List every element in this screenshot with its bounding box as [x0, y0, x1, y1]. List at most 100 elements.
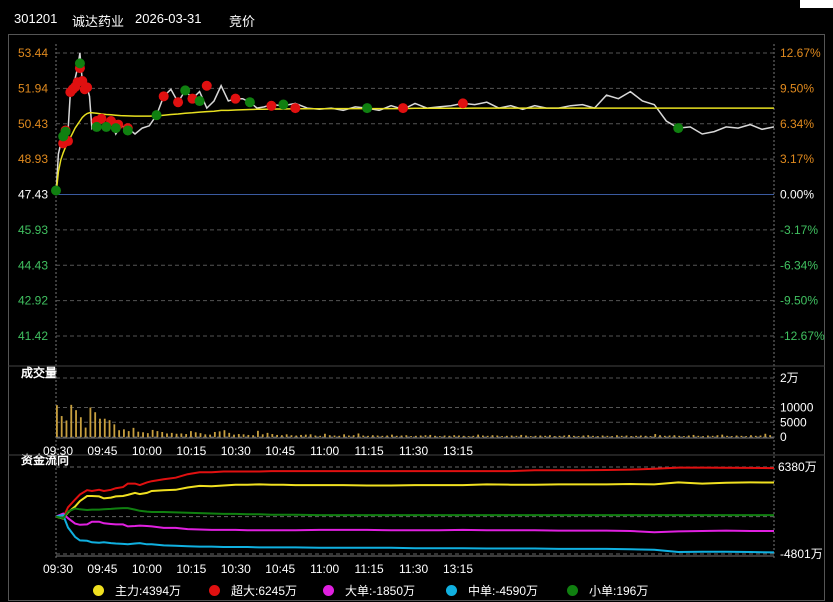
volume-bar [65, 420, 68, 437]
time-tick-label: 10:00 [132, 562, 162, 576]
buy-marker [173, 97, 184, 108]
volume-bar [304, 434, 307, 437]
volume-bar [549, 435, 551, 437]
volume-bar [266, 432, 269, 437]
volume-bar [434, 435, 436, 437]
legend-dot [93, 585, 104, 596]
volume-bar [458, 435, 460, 437]
price-tick-label: 44.43 [18, 258, 48, 272]
volume-bar [486, 435, 489, 437]
time-tick-label: 11:30 [399, 562, 428, 576]
sell-marker [122, 125, 133, 136]
legend-dot [323, 585, 334, 596]
volume-bar [56, 405, 58, 437]
percent-tick-label: 0.00% [780, 188, 814, 202]
volume-bar [213, 431, 216, 437]
volume-bar [333, 435, 336, 437]
time-tick-label: 11:30 [399, 444, 428, 458]
volume-bar [726, 435, 728, 437]
volume-bar [429, 434, 432, 437]
volume-bar [280, 435, 283, 437]
time-tick-label: 11:15 [355, 562, 384, 576]
volume-bar [190, 431, 192, 437]
volume-bar [257, 430, 259, 437]
volume-bar [151, 429, 154, 437]
time-tick-label: 10:45 [265, 562, 295, 576]
volume-bar [491, 435, 494, 437]
volume-bar [314, 435, 317, 437]
legend-label: 大单:-1850万 [345, 584, 416, 598]
volume-tick-label: 10000 [780, 401, 814, 415]
volume-bar [501, 436, 503, 437]
volume-bar [769, 435, 772, 437]
volume-bar [730, 436, 733, 437]
legend-label: 中单:-4590万 [468, 584, 539, 598]
volume-bar [271, 434, 274, 437]
volume-bar [156, 431, 159, 437]
volume-bar [400, 435, 403, 437]
volume-bar [84, 427, 87, 437]
volume-bar [137, 431, 140, 437]
volume-bar [750, 435, 752, 437]
volume-bar [635, 435, 637, 437]
volume-bar [415, 435, 417, 437]
volume-bar [419, 435, 422, 437]
volume-bar [630, 436, 633, 437]
volume-bar [467, 436, 470, 437]
percent-tick-label: -12.67% [780, 329, 825, 343]
volume-bar [194, 432, 197, 437]
sell-marker [180, 85, 191, 96]
volume-bar [745, 436, 748, 437]
volume-bar [529, 436, 532, 437]
percent-tick-label: 9.50% [780, 81, 814, 95]
volume-bar [568, 434, 570, 437]
time-tick-label: 10:30 [221, 562, 251, 576]
volume-bar [601, 435, 604, 437]
volume-bar [209, 434, 211, 437]
volume-bar [376, 435, 379, 437]
legend-dot [446, 585, 457, 596]
price-tick-label: 50.43 [18, 117, 48, 131]
volume-bar [146, 433, 149, 437]
volume-bar [654, 434, 657, 437]
volume-bar [89, 407, 92, 437]
time-tick-label: 10:45 [265, 444, 295, 458]
volume-bar [290, 435, 293, 437]
volume-bar [534, 435, 537, 437]
volume-bar [649, 436, 652, 437]
volume-bar [721, 434, 724, 437]
volume-bar [410, 436, 413, 437]
volume-bar [161, 431, 164, 437]
volume-bar [668, 435, 671, 437]
volume-bar [582, 435, 585, 437]
volume-panel-title: 成交量 [21, 365, 57, 380]
volume-bar [295, 435, 298, 437]
volume-bar [740, 435, 743, 437]
volume-bar [352, 435, 355, 437]
volume-bar [544, 435, 547, 437]
volume-bar [448, 435, 451, 437]
buy-marker [266, 100, 277, 111]
volume-bar [175, 433, 178, 437]
time-tick-label: 09:30 [43, 444, 73, 458]
volume-bar [577, 436, 580, 437]
volume-bar [663, 435, 666, 437]
volume-bar [338, 435, 341, 437]
sell-marker [91, 121, 102, 132]
volume-bar [300, 434, 302, 437]
volume-bar [371, 435, 374, 437]
volume-bar [659, 435, 661, 437]
fund-flow-tick-label: -4801万 [780, 547, 823, 561]
volume-bar [142, 432, 144, 437]
volume-bar [132, 427, 135, 437]
time-tick-label: 11:00 [310, 562, 339, 576]
time-tick-label: 10:15 [176, 444, 206, 458]
volume-bar [553, 436, 556, 437]
volume-bar [424, 435, 427, 437]
volume-bar [108, 420, 111, 437]
volume-bar [362, 435, 365, 437]
volume-bar [261, 434, 264, 437]
percent-tick-label: -6.34% [780, 258, 818, 272]
volume-bar [572, 435, 575, 437]
volume-bar [199, 433, 202, 437]
